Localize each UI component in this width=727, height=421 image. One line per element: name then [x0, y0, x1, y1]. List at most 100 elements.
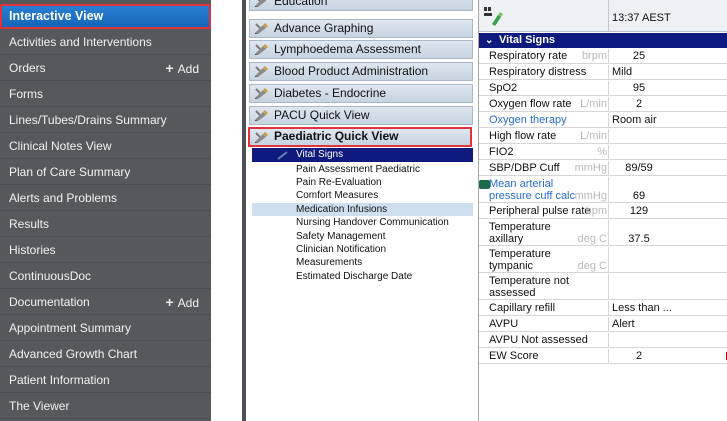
unit-label: L/min: [580, 130, 607, 142]
value-cell[interactable]: [608, 333, 727, 347]
value-text: 2: [635, 350, 643, 362]
value-text: Alert: [612, 318, 635, 330]
nav-item[interactable]: Appointment Summary: [0, 316, 211, 341]
row-label-line: assessed: [489, 287, 536, 299]
value-cell[interactable]: 129: [608, 204, 727, 218]
section-link[interactable]: Pain Assessment Paediatric: [252, 163, 473, 176]
band-pencil-icon: [255, 110, 268, 121]
value-cell[interactable]: 89/59: [608, 161, 727, 175]
nav-item-label: Interactive View: [9, 9, 104, 23]
nav-item[interactable]: Lines/Tubes/Drains Summary: [0, 108, 211, 133]
value-cell[interactable]: 69: [608, 177, 727, 202]
collapse-chevron-icon[interactable]: ⌄: [485, 33, 493, 48]
band-item[interactable]: Diabetes - Endocrine: [249, 84, 473, 103]
value-cell[interactable]: 25: [608, 49, 727, 63]
nav-item[interactable]: Orders + Add: [0, 56, 211, 81]
flowsheet-row[interactable]: Temperature not assessed: [479, 274, 727, 300]
nav-item[interactable]: Results: [0, 212, 211, 237]
nav-item[interactable]: The Viewer: [0, 394, 211, 419]
band-item[interactable]: Advance Graphing: [249, 19, 473, 38]
row-label: Capillary refill: [489, 301, 609, 315]
value-cell[interactable]: 95: [608, 81, 727, 95]
section-link[interactable]: Estimated Discharge Date: [252, 270, 473, 283]
value-cell[interactable]: 2: [608, 97, 727, 111]
section-header-vital-signs[interactable]: ⌄ Vital Signs: [479, 33, 727, 48]
nav-item[interactable]: Plan of Care Summary: [0, 160, 211, 185]
section-link[interactable]: Measurements: [252, 256, 473, 269]
flowsheet-row[interactable]: Respiratory distress Mild: [479, 65, 727, 80]
row-label: FIO2: [489, 145, 609, 159]
value-cell[interactable]: [608, 274, 727, 299]
row-label-line: Temperature: [489, 221, 551, 233]
nav-item-label: Forms: [9, 87, 43, 101]
nav-item[interactable]: Forms: [0, 82, 211, 107]
nav-item-active[interactable]: Interactive View: [0, 4, 211, 29]
document-icon[interactable]: [479, 180, 490, 189]
nav-item[interactable]: ContinuousDoc: [0, 264, 211, 289]
value-cell[interactable]: [608, 129, 727, 143]
row-label: AVPU: [489, 317, 609, 331]
nav-item-label: Alerts and Problems: [9, 191, 118, 205]
value-cell[interactable]: [608, 145, 727, 159]
value-cell[interactable]: Room air: [608, 113, 727, 127]
nav-item[interactable]: Clinical Notes View: [0, 134, 211, 159]
nav-item[interactable]: Histories: [0, 238, 211, 263]
nav-item[interactable]: Alerts and Problems: [0, 186, 211, 211]
nav-item-label: Plan of Care Summary: [9, 165, 131, 179]
nav-item[interactable]: Patient Information: [0, 368, 211, 393]
add-button[interactable]: + Add: [165, 56, 199, 82]
value-cell[interactable]: Mild: [608, 65, 727, 79]
flowsheet-row[interactable]: Peripheral pulse rate bpm 129: [479, 204, 727, 219]
flowsheet-row[interactable]: Mean arterial pressure cuff calc mmHg 69: [479, 177, 727, 203]
row-label-line: EW Score: [489, 350, 539, 362]
flowsheet-row[interactable]: Temperature tympanic deg C: [479, 247, 727, 273]
section-link[interactable]: Vital Signs: [252, 148, 473, 162]
band-item[interactable]: PACU Quick View: [249, 106, 473, 125]
band-item[interactable]: Lymphoedema Assessment: [249, 40, 473, 59]
nav-item[interactable]: Advanced Growth Chart: [0, 342, 211, 367]
band-label: Blood Product Administration: [274, 64, 429, 78]
flowsheet-header: 13:37 AEST: [479, 0, 727, 32]
flowsheet-row[interactable]: Temperature axillary deg C 37.5: [479, 220, 727, 246]
section-link[interactable]: Clinician Notification: [252, 243, 473, 256]
band-paediatric-quick-view[interactable]: Paediatric Quick View: [248, 127, 472, 147]
flowsheet-row[interactable]: Oxygen flow rate L/min 2: [479, 97, 727, 112]
unit-label: mmHg: [574, 190, 607, 202]
add-button[interactable]: + Add: [165, 290, 199, 316]
section-link[interactable]: Nursing Handover Communication: [252, 216, 473, 229]
flowsheet-row[interactable]: Oxygen therapy Room air: [479, 113, 727, 128]
value-text: 69: [632, 190, 646, 202]
row-label: Temperature not assessed: [489, 274, 609, 299]
flowsheet-row[interactable]: AVPU Not assessed: [479, 333, 727, 348]
row-label-line: Capillary refill: [489, 302, 556, 314]
flowsheet-row[interactable]: SBP/DBP Cuff mmHg 89/59: [479, 161, 727, 176]
section-link[interactable]: Medication Infusions: [252, 203, 473, 216]
flowsheet-row[interactable]: AVPU Alert: [479, 317, 727, 332]
flowsheet-row[interactable]: Capillary refill Less than ...: [479, 301, 727, 316]
flowsheet-row[interactable]: SpO2 95: [479, 81, 727, 96]
section-link[interactable]: Comfort Measures: [252, 189, 473, 202]
band-label: Diabetes - Endocrine: [274, 86, 387, 100]
section-link[interactable]: Safety Management: [252, 230, 473, 243]
flowsheet-tools-icon[interactable]: [483, 6, 505, 28]
flowsheet-row[interactable]: Respiratory rate brpm 25: [479, 49, 727, 64]
nav-item[interactable]: Activities and Interventions: [0, 30, 211, 55]
flowsheet-row[interactable]: FIO2%: [479, 145, 727, 160]
row-label: Oxygen therapy: [489, 113, 609, 127]
band-item[interactable]: Blood Product Administration: [249, 62, 473, 81]
band-item[interactable]: Education: [249, 0, 473, 11]
flowsheet-row[interactable]: High flow rate L/min: [479, 129, 727, 144]
value-text: 89/59: [625, 162, 653, 174]
value-text: Room air: [612, 114, 657, 126]
value-text: Less than ...: [612, 302, 672, 314]
value-cell[interactable]: 2: [608, 349, 727, 363]
value-cell[interactable]: Alert: [608, 317, 727, 331]
nav-item[interactable]: Documentation + Add: [0, 290, 211, 315]
value-cell[interactable]: 37.5: [608, 220, 727, 245]
section-link[interactable]: Pain Re-Evaluation: [252, 176, 473, 189]
band-pencil-icon: [255, 66, 268, 77]
value-cell[interactable]: [608, 247, 727, 272]
flowsheet-row[interactable]: EW Score 2: [479, 349, 727, 364]
value-cell[interactable]: Less than ...: [608, 301, 727, 315]
column-time-header[interactable]: 13:37 AEST: [612, 12, 671, 24]
